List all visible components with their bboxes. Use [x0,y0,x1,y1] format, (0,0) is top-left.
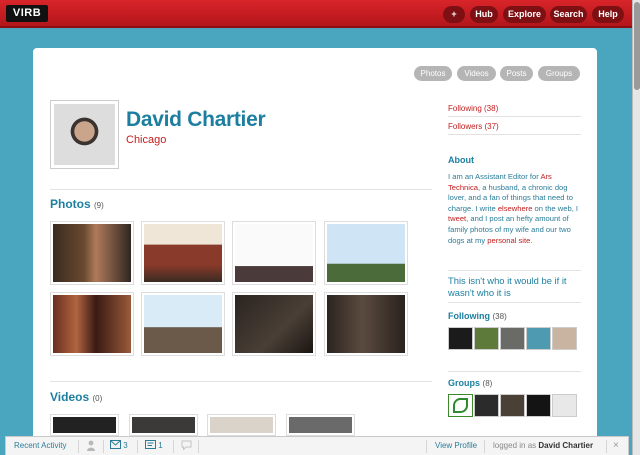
divider [78,440,79,453]
group-avatar[interactable] [448,394,473,417]
tab-groups[interactable]: Groups [538,66,580,81]
divider [103,440,104,453]
recent-activity-link[interactable]: Recent Activity [14,441,66,450]
tab-posts[interactable]: Posts [500,66,533,81]
video-thumbnail[interactable] [286,414,355,436]
divider [426,440,427,453]
photo-thumbnail[interactable] [50,292,134,356]
notes-button[interactable]: 1 [145,440,163,450]
close-icon[interactable]: × [613,440,619,451]
video-thumbnail[interactable] [50,414,119,436]
avatar[interactable] [50,100,119,169]
divider [198,440,199,453]
group-avatar[interactable] [500,394,525,417]
envelope-icon [110,440,121,449]
following-avatar[interactable] [552,327,577,350]
photo-thumbnail[interactable] [141,292,225,356]
add-button[interactable]: + [443,6,465,23]
bottom-activity-bar: Recent Activity 3 1 View Profile logged … [5,436,629,455]
video-thumbnail[interactable] [129,414,198,436]
nav-help-button[interactable]: Help [592,6,624,23]
nav-hub-button[interactable]: Hub [470,6,498,23]
photo-thumbnail[interactable] [232,292,316,356]
following-avatar[interactable] [500,327,525,350]
following-avatar[interactable] [448,327,473,350]
profile-panel: Photos Videos Posts Groups David Chartie… [33,48,597,448]
photo-thumbnail[interactable] [324,221,408,285]
videos-count: (0) [92,394,103,403]
divider [448,371,581,372]
following-avatar[interactable] [526,327,551,350]
virb-logo[interactable]: VIRB [6,5,48,22]
personal-site-link[interactable]: personal site [487,236,530,245]
divider [448,116,581,117]
following-section-title[interactable]: Following (38) [448,311,507,321]
messages-button[interactable]: 3 [110,440,128,450]
messages-count: 3 [123,441,128,450]
photo-thumbnail[interactable] [232,221,316,285]
logged-in-username: David Chartier [538,441,594,450]
view-profile-link[interactable]: View Profile [435,441,477,450]
group-avatar[interactable] [474,394,499,417]
divider [484,440,485,453]
following-link[interactable]: Following (38) [448,104,498,113]
about-text: I am an Assistant Editor for Ars Technic… [448,172,579,245]
nav-search-button[interactable]: Search [550,6,587,23]
profile-name: David Chartier [126,108,266,131]
person-icon[interactable] [86,440,96,453]
chat-bubble-icon[interactable] [181,440,192,452]
groups-count: (8) [482,379,493,388]
scrollbar-thumb[interactable] [634,2,640,90]
divider [448,302,581,303]
note-icon [145,440,156,449]
group-avatar[interactable] [526,394,551,417]
following-count: (38) [492,312,507,321]
divider [448,270,581,271]
photos-section-title[interactable]: Photos (9) [50,197,104,211]
vertical-scrollbar[interactable] [632,0,640,455]
photo-thumbnail[interactable] [50,221,134,285]
divider [606,440,607,453]
groups-section-title[interactable]: Groups (8) [448,378,492,388]
profile-location[interactable]: Chicago [126,134,166,146]
nav-explore-button[interactable]: Explore [503,6,546,23]
tab-videos[interactable]: Videos [457,66,496,81]
group-avatar[interactable] [552,394,577,417]
photo-thumbnail[interactable] [141,221,225,285]
video-thumbnail[interactable] [207,414,276,436]
divider [50,189,432,190]
divider [137,440,138,453]
tweet-link[interactable]: tweet [448,214,466,223]
profile-tagline: This isn't who it would be if it wasn't … [448,275,567,298]
elsewhere-link[interactable]: elsewhere [498,204,533,213]
followers-link[interactable]: Followers (37) [448,122,499,131]
divider [448,134,581,135]
videos-section-title[interactable]: Videos (0) [50,390,102,404]
top-navigation-bar: VIRB + Hub Explore Search Help [0,0,632,28]
divider [173,440,174,453]
avatar-photo [54,104,115,165]
logged-in-status: logged in as David Chartier [493,441,594,450]
about-title: About [448,155,474,165]
photo-thumbnail[interactable] [324,292,408,356]
tab-photos[interactable]: Photos [414,66,452,81]
leaf-icon [453,398,468,413]
following-avatar[interactable] [474,327,499,350]
photos-count: (9) [94,201,104,210]
divider [50,381,432,382]
notes-count: 1 [158,441,163,450]
